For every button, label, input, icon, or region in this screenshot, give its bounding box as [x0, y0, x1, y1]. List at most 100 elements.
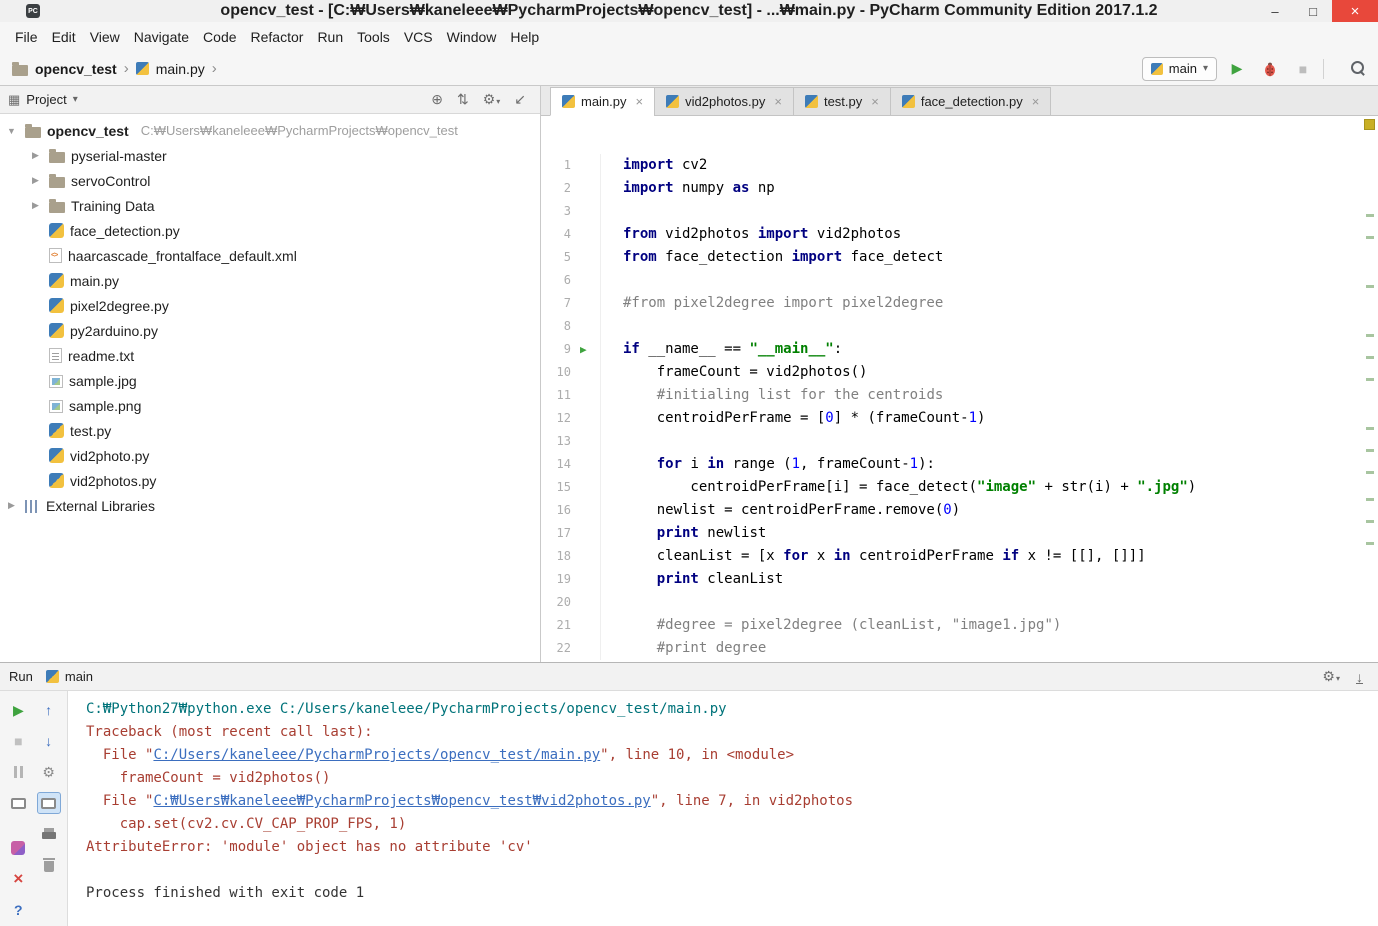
tree-item-pyserial-master[interactable]: ▶ pyserial-master — [0, 143, 540, 168]
soft-wrap-button[interactable] — [36, 792, 61, 814]
close-console-button[interactable]: × — [6, 868, 30, 890]
console-file-link[interactable]: C:/Users/kaneleee/PycharmProjects/opencv… — [153, 747, 600, 763]
stripe-mark[interactable] — [1366, 285, 1374, 289]
debug-button[interactable] — [1257, 56, 1283, 82]
maximize-button[interactable]: □ — [1294, 0, 1332, 22]
line-number[interactable]: 4 — [541, 223, 571, 246]
next-stacktrace-button[interactable]: ↓ — [37, 730, 61, 752]
gutter[interactable]: ▶ — [571, 338, 601, 361]
line-number[interactable]: 5 — [541, 246, 571, 269]
tree-item-haarcascade-frontalface-default-xml[interactable]: haarcascade_frontalface_default.xml — [0, 243, 540, 268]
tree-item-main-py[interactable]: main.py — [0, 268, 540, 293]
console-output[interactable]: C:₩Python27₩python.exe C:/Users/kaneleee… — [68, 691, 1378, 926]
gutter[interactable] — [571, 200, 601, 223]
line-number[interactable]: 12 — [541, 407, 571, 430]
tree-collapsed-icon[interactable]: ▶ — [4, 500, 19, 511]
run-line-icon[interactable]: ▶ — [580, 338, 587, 361]
tree-item-face-detection-py[interactable]: face_detection.py — [0, 218, 540, 243]
tab-close-icon[interactable]: × — [636, 94, 644, 109]
line-number[interactable]: 9 — [541, 338, 571, 361]
gutter[interactable] — [571, 315, 601, 338]
menu-item-run[interactable]: Run — [310, 24, 350, 50]
gutter[interactable] — [571, 637, 601, 660]
locate-file-icon[interactable]: ⊕ — [431, 91, 443, 108]
tree-item-vid2photos-py[interactable]: vid2photos.py — [0, 468, 540, 493]
tree-item-servocontrol[interactable]: ▶ servoControl — [0, 168, 540, 193]
gutter[interactable] — [571, 499, 601, 522]
menu-item-file[interactable]: File — [8, 24, 45, 50]
tree-item-readme-txt[interactable]: readme.txt — [0, 343, 540, 368]
menu-item-view[interactable]: View — [83, 24, 127, 50]
clear-all-button[interactable] — [37, 854, 61, 876]
run-button[interactable]: ▶ — [1224, 56, 1250, 82]
line-number[interactable]: 19 — [541, 568, 571, 591]
line-number[interactable]: 22 — [541, 637, 571, 660]
line-number[interactable]: 15 — [541, 476, 571, 499]
tab-vid2photos-py[interactable]: vid2photos.py × — [654, 87, 794, 116]
gutter[interactable] — [571, 614, 601, 637]
stripe-mark[interactable] — [1366, 470, 1374, 474]
gutter[interactable] — [571, 177, 601, 200]
tree-item-training-data[interactable]: ▶ Training Data — [0, 193, 540, 218]
rerun-button[interactable]: ▶ — [6, 699, 30, 721]
tree-collapsed-icon[interactable]: ▶ — [28, 175, 43, 186]
prev-stacktrace-button[interactable]: ↑ — [37, 699, 61, 721]
tab-close-icon[interactable]: × — [774, 94, 782, 109]
project-panel-menu-icon[interactable]: ▦ — [8, 92, 20, 108]
gutter[interactable] — [571, 154, 601, 177]
tree-collapsed-icon[interactable]: ▶ — [28, 150, 43, 161]
tab-face-detection-py[interactable]: face_detection.py × — [889, 87, 1052, 116]
stripe-mark[interactable] — [1366, 236, 1374, 240]
line-number[interactable]: 7 — [541, 292, 571, 315]
stripe-mark[interactable] — [1366, 498, 1374, 502]
gutter[interactable] — [571, 522, 601, 545]
line-number[interactable]: 8 — [541, 315, 571, 338]
line-number[interactable]: 10 — [541, 361, 571, 384]
restore-layout-button[interactable] — [6, 792, 30, 814]
tree-item-sample-jpg[interactable]: sample.jpg — [0, 368, 540, 393]
inspection-status-icon[interactable] — [1364, 119, 1375, 130]
gutter[interactable] — [571, 223, 601, 246]
line-number[interactable]: 20 — [541, 591, 571, 614]
stop-process-button[interactable]: ■ — [6, 730, 30, 752]
code-editor[interactable]: 1 import cv2 2 import numpy as np 3 4 from vid… — [541, 116, 1378, 662]
search-everywhere-button[interactable] — [1351, 61, 1366, 76]
gutter[interactable] — [571, 476, 601, 499]
stripe-mark[interactable] — [1366, 520, 1374, 524]
pause-output-button[interactable] — [6, 761, 30, 783]
stripe-mark[interactable] — [1366, 378, 1374, 382]
hide-run-panel-icon[interactable]: ↓ — [1356, 669, 1363, 685]
gutter[interactable] — [571, 568, 601, 591]
tree-item-external-libraries[interactable]: ▶ External Libraries — [0, 493, 540, 518]
stripe-mark[interactable] — [1366, 334, 1374, 338]
line-number[interactable]: 18 — [541, 545, 571, 568]
stop-button[interactable]: ■ — [1290, 56, 1316, 82]
breadcrumb-file[interactable]: main.py — [156, 61, 205, 77]
tab-close-icon[interactable]: × — [871, 94, 879, 109]
gutter[interactable] — [571, 591, 601, 614]
gutter[interactable] — [571, 292, 601, 315]
stripe-mark[interactable] — [1366, 214, 1374, 218]
tree-item-test-py[interactable]: test.py — [0, 418, 540, 443]
stripe-mark[interactable] — [1366, 427, 1374, 431]
project-panel-title[interactable]: Project — [26, 92, 66, 107]
menu-item-window[interactable]: Window — [440, 24, 504, 50]
menu-item-refactor[interactable]: Refactor — [244, 24, 311, 50]
tab-main-py[interactable]: main.py × — [550, 87, 656, 116]
line-number[interactable]: 14 — [541, 453, 571, 476]
line-number[interactable]: 21 — [541, 614, 571, 637]
minimize-button[interactable]: – — [1256, 0, 1294, 22]
tab-test-py[interactable]: test.py × — [792, 87, 891, 116]
close-window-button[interactable]: × — [1332, 0, 1378, 22]
error-stripe[interactable] — [1363, 116, 1378, 662]
line-number[interactable]: 16 — [541, 499, 571, 522]
help-button[interactable]: ? — [6, 899, 30, 921]
tree-item-vid2photo-py[interactable]: vid2photo.py — [0, 443, 540, 468]
tree-item-py2arduino-py[interactable]: py2arduino.py — [0, 318, 540, 343]
run-config-selector[interactable]: main ▾ — [1141, 56, 1217, 81]
stripe-mark[interactable] — [1366, 449, 1374, 453]
line-number[interactable]: 17 — [541, 522, 571, 545]
line-number[interactable]: 2 — [541, 177, 571, 200]
menu-item-help[interactable]: Help — [503, 24, 546, 50]
tree-expanded-icon[interactable]: ▼ — [4, 126, 19, 136]
